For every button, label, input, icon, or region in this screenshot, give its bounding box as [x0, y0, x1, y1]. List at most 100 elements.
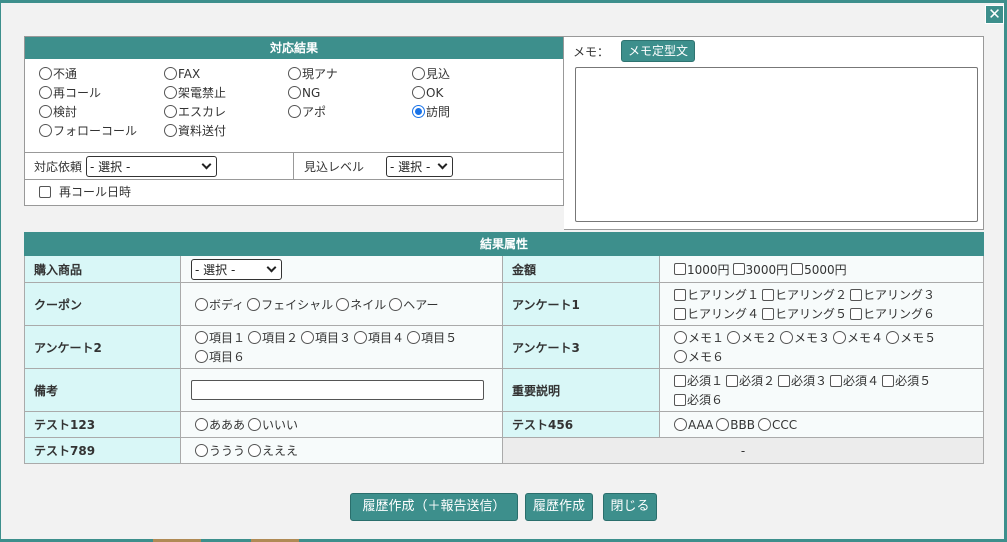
coupon-option[interactable]: ボディ	[195, 295, 244, 314]
radio-icon[interactable]	[674, 418, 687, 431]
product-select[interactable]: - 選択 -	[191, 258, 282, 280]
survey1-option[interactable]: ヒアリング４	[674, 304, 759, 323]
radio-icon[interactable]	[288, 67, 301, 80]
coupon-option[interactable]: ヘアー	[389, 295, 438, 314]
checkbox-icon[interactable]	[882, 374, 895, 387]
important-option[interactable]: 必須２	[726, 371, 775, 390]
result-option[interactable]: 訪問	[412, 102, 532, 121]
test789-option[interactable]: えええ	[248, 441, 298, 460]
radio-icon[interactable]	[195, 444, 208, 457]
level-select[interactable]: - 選択 -	[386, 156, 454, 177]
radio-icon[interactable]	[886, 331, 900, 344]
create-and-send-button[interactable]: 履歴作成（＋報告送信）	[350, 493, 518, 521]
result-option[interactable]: 架電禁止	[164, 83, 288, 102]
important-option[interactable]: 必須１	[674, 371, 723, 390]
survey1-option[interactable]: ヒアリング６	[850, 304, 935, 323]
test123-option[interactable]: あああ	[195, 415, 245, 434]
radio-icon[interactable]	[288, 86, 301, 99]
radio-icon[interactable]	[195, 297, 208, 311]
survey1-option[interactable]: ヒアリング１	[674, 285, 759, 304]
important-option[interactable]: 必須６	[674, 390, 723, 409]
close-dialog-button[interactable]: 閉じる	[603, 493, 657, 521]
survey2-option[interactable]: 項目６	[195, 347, 245, 366]
checkbox-icon[interactable]	[674, 307, 686, 320]
amount-option[interactable]: 5000円	[791, 260, 847, 279]
checkbox-icon[interactable]	[674, 374, 686, 387]
checkbox-icon[interactable]	[762, 288, 775, 301]
radio-icon[interactable]	[716, 418, 730, 431]
radio-icon[interactable]	[248, 418, 262, 431]
survey1-option[interactable]: ヒアリング３	[850, 285, 935, 304]
checkbox-icon[interactable]	[674, 263, 686, 275]
memo-template-button[interactable]: メモ定型文	[621, 40, 696, 62]
radio-icon[interactable]	[39, 124, 52, 137]
survey2-option[interactable]: 項目３	[301, 328, 351, 347]
checkbox-icon[interactable]	[791, 263, 804, 275]
radio-icon[interactable]	[674, 331, 687, 344]
checkbox-icon[interactable]	[726, 374, 739, 387]
request-select[interactable]: - 選択 -	[86, 156, 218, 177]
survey2-option[interactable]: 項目４	[354, 328, 404, 347]
checkbox-icon[interactable]	[674, 393, 686, 406]
radio-icon[interactable]	[164, 67, 177, 80]
radio-icon[interactable]	[727, 331, 741, 344]
survey1-option[interactable]: ヒアリング２	[762, 285, 847, 304]
radio-icon[interactable]	[164, 105, 177, 118]
important-option[interactable]: 必須４	[830, 371, 879, 390]
survey2-option[interactable]: 項目５	[407, 328, 457, 347]
radio-icon[interactable]	[195, 418, 208, 431]
checkbox-icon[interactable]	[778, 374, 791, 387]
survey3-option[interactable]: メモ４	[833, 328, 883, 347]
recall-checkbox[interactable]	[39, 185, 51, 198]
checkbox-icon[interactable]	[674, 288, 686, 301]
radio-icon[interactable]	[39, 105, 52, 118]
radio-icon[interactable]	[248, 331, 262, 344]
result-option[interactable]: 現アナ	[288, 64, 412, 83]
test456-option[interactable]: CCC	[758, 415, 797, 434]
checkbox-icon[interactable]	[732, 263, 745, 275]
test789-option[interactable]: ううう	[195, 441, 245, 460]
result-option[interactable]: エスカレ	[164, 102, 288, 121]
radio-icon[interactable]	[674, 350, 687, 363]
checkbox-icon[interactable]	[850, 307, 863, 320]
radio-icon[interactable]	[288, 105, 301, 118]
test123-option[interactable]: いいい	[248, 415, 298, 434]
survey1-option[interactable]: ヒアリング５	[762, 304, 847, 323]
important-option[interactable]: 必須３	[778, 371, 827, 390]
radio-icon[interactable]	[833, 331, 847, 344]
radio-icon[interactable]	[164, 86, 177, 99]
radio-icon[interactable]	[407, 331, 421, 344]
radio-icon[interactable]	[247, 297, 261, 311]
result-option[interactable]: 不通	[39, 64, 164, 83]
checkbox-icon[interactable]	[850, 288, 863, 301]
survey3-option[interactable]: メモ２	[727, 328, 777, 347]
checkbox-icon[interactable]	[762, 307, 775, 320]
radio-icon[interactable]	[412, 67, 425, 80]
radio-icon[interactable]	[248, 444, 262, 457]
survey2-option[interactable]: 項目１	[195, 328, 245, 347]
result-option[interactable]: 検討	[39, 102, 164, 121]
note-input[interactable]	[191, 380, 484, 400]
radio-icon[interactable]	[758, 418, 771, 431]
radio-icon[interactable]	[354, 331, 368, 344]
radio-icon[interactable]	[336, 297, 350, 311]
close-button[interactable]: ✕	[985, 5, 1004, 24]
result-option[interactable]: アポ	[288, 102, 412, 121]
radio-icon[interactable]	[195, 331, 208, 344]
radio-icon[interactable]	[195, 350, 208, 363]
important-option[interactable]: 必須５	[882, 371, 931, 390]
test456-option[interactable]: AAA	[674, 415, 713, 434]
coupon-option[interactable]: ネイル	[336, 295, 386, 314]
radio-icon[interactable]	[164, 124, 177, 137]
radio-icon[interactable]	[389, 297, 403, 311]
survey3-option[interactable]: メモ５	[886, 328, 936, 347]
result-option[interactable]: 見込	[412, 64, 532, 83]
survey3-option[interactable]: メモ６	[674, 347, 724, 366]
radio-icon[interactable]	[412, 86, 425, 99]
result-option[interactable]: フォローコール	[39, 121, 164, 140]
memo-textarea[interactable]	[575, 67, 978, 222]
radio-icon[interactable]	[780, 331, 794, 344]
survey3-option[interactable]: メモ３	[780, 328, 830, 347]
amount-option[interactable]: 1000円	[674, 260, 730, 279]
test456-option[interactable]: BBB	[716, 415, 755, 434]
